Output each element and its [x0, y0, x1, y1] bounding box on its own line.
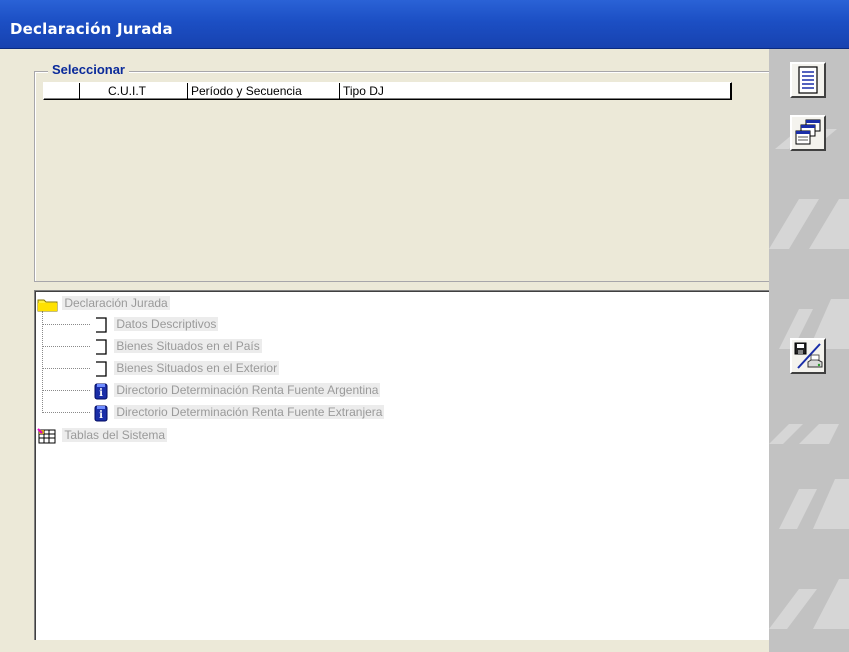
column-header-periodo[interactable]: Período y Secuencia — [188, 83, 340, 99]
tree-node-tablas-sistema[interactable]: Tablas del Sistema — [37, 426, 168, 444]
save-print-button[interactable] — [790, 338, 826, 374]
tree-view[interactable]: Declaración Jurada Datos Descriptivos Bi… — [34, 290, 770, 641]
column-header-cuit[interactable]: C.U.I.T — [80, 83, 188, 99]
page-icon — [96, 361, 107, 377]
tree-node-declaracion-jurada[interactable]: Declaración Jurada — [37, 294, 170, 312]
tree-connector — [42, 324, 90, 325]
bottom-strip — [0, 640, 769, 652]
tree-node-bienes-pais[interactable]: Bienes Situados en el País — [91, 337, 262, 355]
select-legend: Seleccionar — [48, 62, 129, 77]
page-icon — [96, 339, 107, 355]
column-header-tipo-dj[interactable]: Tipo DJ — [340, 83, 731, 99]
title-bar: Declaración Jurada — [0, 0, 849, 49]
document-lines-icon — [798, 66, 818, 94]
tree-connector — [42, 368, 90, 369]
tree-node-bienes-exterior[interactable]: Bienes Situados en el Exterior — [91, 359, 280, 377]
windows-icon — [795, 119, 821, 145]
select-groupbox — [34, 71, 770, 282]
tree-connector — [42, 390, 90, 391]
page-icon — [96, 317, 107, 333]
svg-text:i: i — [99, 388, 103, 399]
info-book-icon: i — [94, 405, 108, 422]
folder-icon — [37, 299, 58, 312]
info-book-icon: i — [94, 383, 108, 400]
tree-node-datos-descriptivos[interactable]: Datos Descriptivos — [91, 315, 219, 333]
tree-node-renta-extranjera[interactable]: i Directorio Determinación Renta Fuente … — [91, 403, 385, 422]
window-title: Declaración Jurada — [10, 20, 173, 38]
column-header-blank[interactable] — [44, 83, 80, 99]
disk-printer-icon — [794, 342, 823, 369]
tree-node-renta-argentina[interactable]: i Directorio Determinación Renta Fuente … — [91, 381, 381, 400]
list-header: C.U.I.T Período y Secuencia Tipo DJ — [43, 82, 732, 100]
tables-icon — [37, 428, 56, 444]
tree-connector — [42, 346, 90, 347]
tree-connector — [42, 311, 43, 413]
svg-text:i: i — [99, 410, 103, 421]
tree-connector — [42, 412, 90, 413]
windows-cascade-button[interactable] — [790, 115, 826, 151]
document-list-button[interactable] — [790, 62, 826, 98]
